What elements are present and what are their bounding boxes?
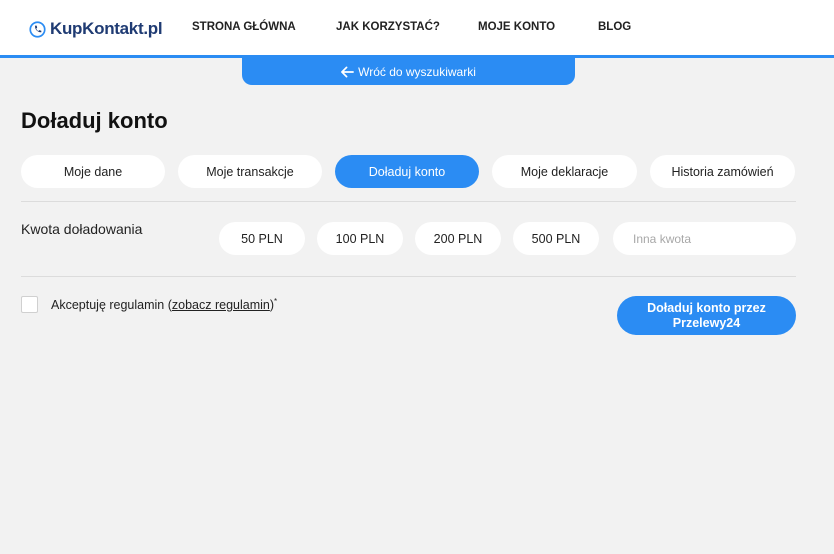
amount-option-200[interactable]: 200 PLN bbox=[415, 222, 501, 255]
back-to-search-label: Wróć do wyszukiwarki bbox=[358, 64, 476, 79]
tab-my-declarations[interactable]: Moje deklaracje bbox=[492, 155, 637, 188]
logo-text: KupKontakt.pl bbox=[50, 19, 163, 38]
divider bbox=[21, 201, 796, 202]
nav-how-to-use[interactable]: JAK KORZYSTAĆ? bbox=[336, 21, 440, 33]
tab-my-data[interactable]: Moje dane bbox=[21, 155, 165, 188]
site-header: KupKontakt.pl STRONA GŁÓWNA JAK KORZYSTA… bbox=[0, 0, 834, 58]
terms-prefix: Akceptuję regulamin ( bbox=[51, 298, 172, 313]
amount-option-100[interactable]: 100 PLN bbox=[317, 222, 403, 255]
terms-label: Akceptuję regulamin (zobacz regulamin)* bbox=[51, 297, 277, 312]
amount-option-500[interactable]: 500 PLN bbox=[513, 222, 599, 255]
required-mark: * bbox=[274, 297, 278, 306]
terms-link[interactable]: zobacz regulamin bbox=[172, 298, 270, 312]
tab-order-history[interactable]: Historia zamówień bbox=[650, 155, 795, 188]
terms-checkbox[interactable] bbox=[21, 296, 38, 313]
nav-blog[interactable]: BLOG bbox=[598, 21, 631, 33]
nav-home[interactable]: STRONA GŁÓWNA bbox=[192, 21, 296, 33]
phone-circle-icon bbox=[29, 20, 46, 38]
tab-top-up[interactable]: Doładuj konto bbox=[335, 155, 479, 188]
nav-my-account[interactable]: MOJE KONTO bbox=[478, 21, 555, 33]
divider bbox=[21, 276, 796, 277]
logo[interactable]: KupKontakt.pl bbox=[29, 17, 163, 41]
top-up-przelewy24-button[interactable]: Doładuj konto przez Przelewy24 bbox=[617, 296, 796, 335]
page-title: Doładuj konto bbox=[21, 108, 168, 133]
custom-amount-input[interactable] bbox=[613, 222, 796, 255]
tab-my-transactions[interactable]: Moje transakcje bbox=[178, 155, 322, 188]
amount-label: Kwota doładowania bbox=[21, 221, 143, 237]
amount-option-50[interactable]: 50 PLN bbox=[219, 222, 305, 255]
back-to-search-button[interactable]: Wróć do wyszukiwarki bbox=[242, 58, 575, 85]
arrow-left-icon bbox=[341, 66, 355, 77]
